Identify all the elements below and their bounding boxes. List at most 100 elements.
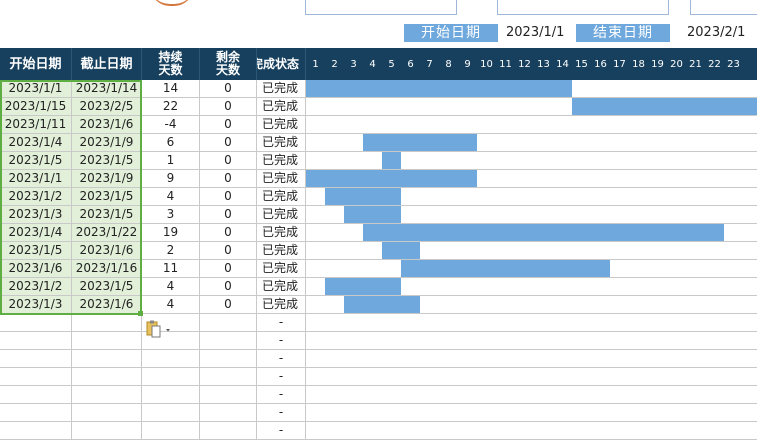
empty-cell-end-date[interactable] bbox=[72, 314, 142, 332]
empty-cell-duration[interactable] bbox=[142, 422, 200, 440]
cell-duration[interactable]: 6 bbox=[142, 134, 200, 152]
cell-status[interactable]: 已完成 bbox=[257, 80, 306, 98]
header-end-date[interactable]: 截止日期 bbox=[72, 48, 142, 80]
empty-cell-remaining[interactable] bbox=[200, 368, 257, 386]
cell-duration[interactable]: 3 bbox=[142, 206, 200, 224]
cell-status[interactable]: 已完成 bbox=[257, 260, 306, 278]
cell-end-date[interactable]: 2023/1/16 bbox=[72, 260, 142, 278]
cell-status[interactable]: 已完成 bbox=[257, 116, 306, 134]
top-input-box-1[interactable] bbox=[305, 0, 457, 15]
empty-cell-duration[interactable] bbox=[142, 350, 200, 368]
empty-cell-status[interactable]: - bbox=[257, 422, 306, 440]
cell-start-date[interactable]: 2023/1/2 bbox=[0, 278, 72, 296]
empty-cell-end-date[interactable] bbox=[72, 386, 142, 404]
empty-cell-end-date[interactable] bbox=[72, 422, 142, 440]
cell-remaining[interactable]: 0 bbox=[200, 116, 257, 134]
cell-start-date[interactable]: 2023/1/11 bbox=[0, 116, 72, 134]
cell-status[interactable]: 已完成 bbox=[257, 170, 306, 188]
empty-cell-status[interactable]: - bbox=[257, 404, 306, 422]
cell-start-date[interactable]: 2023/1/5 bbox=[0, 242, 72, 260]
empty-cell-status[interactable]: - bbox=[257, 314, 306, 332]
cell-end-date[interactable]: 2023/1/22 bbox=[72, 224, 142, 242]
cell-end-date[interactable]: 2023/1/5 bbox=[72, 206, 142, 224]
header-remaining[interactable]: 剩余天数 bbox=[200, 48, 257, 80]
cell-end-date[interactable]: 2023/1/9 bbox=[72, 134, 142, 152]
cell-start-date[interactable]: 2023/1/1 bbox=[0, 170, 72, 188]
cell-duration[interactable]: 4 bbox=[142, 278, 200, 296]
cell-duration[interactable]: 9 bbox=[142, 170, 200, 188]
cell-start-date[interactable]: 2023/1/4 bbox=[0, 224, 72, 242]
empty-cell-status[interactable]: - bbox=[257, 332, 306, 350]
cell-start-date[interactable]: 2023/1/4 bbox=[0, 134, 72, 152]
cell-end-date[interactable]: 2023/1/6 bbox=[72, 296, 142, 314]
end-date-value[interactable]: 2023/2/1 bbox=[687, 24, 745, 42]
cell-status[interactable]: 已完成 bbox=[257, 296, 306, 314]
cell-remaining[interactable]: 0 bbox=[200, 242, 257, 260]
cell-end-date[interactable]: 2023/1/14 bbox=[72, 80, 142, 98]
cell-start-date[interactable]: 2023/1/2 bbox=[0, 188, 72, 206]
empty-cell-end-date[interactable] bbox=[72, 350, 142, 368]
empty-cell-start-date[interactable] bbox=[0, 404, 72, 422]
cell-remaining[interactable]: 0 bbox=[200, 170, 257, 188]
empty-cell-status[interactable]: - bbox=[257, 368, 306, 386]
start-date-value[interactable]: 2023/1/1 bbox=[506, 24, 564, 42]
cell-duration[interactable]: 4 bbox=[142, 188, 200, 206]
cell-status[interactable]: 已完成 bbox=[257, 152, 306, 170]
empty-cell-status[interactable]: - bbox=[257, 350, 306, 368]
cell-start-date[interactable]: 2023/1/3 bbox=[0, 296, 72, 314]
cell-end-date[interactable]: 2023/1/6 bbox=[72, 116, 142, 134]
cell-remaining[interactable]: 0 bbox=[200, 224, 257, 242]
empty-cell-remaining[interactable] bbox=[200, 422, 257, 440]
empty-cell-start-date[interactable] bbox=[0, 368, 72, 386]
cell-status[interactable]: 已完成 bbox=[257, 188, 306, 206]
empty-cell-start-date[interactable] bbox=[0, 350, 72, 368]
cell-duration[interactable]: 19 bbox=[142, 224, 200, 242]
cell-duration[interactable]: 14 bbox=[142, 80, 200, 98]
cell-status[interactable]: 已完成 bbox=[257, 242, 306, 260]
empty-cell-duration[interactable] bbox=[142, 404, 200, 422]
cell-status[interactable]: 已完成 bbox=[257, 98, 306, 116]
cell-end-date[interactable]: 2023/1/5 bbox=[72, 188, 142, 206]
header-duration[interactable]: 持续天数 bbox=[142, 48, 200, 80]
cell-start-date[interactable]: 2023/1/1 bbox=[0, 80, 72, 98]
top-input-box-2[interactable] bbox=[497, 0, 669, 15]
empty-cell-end-date[interactable] bbox=[72, 332, 142, 350]
empty-cell-remaining[interactable] bbox=[200, 386, 257, 404]
empty-cell-end-date[interactable] bbox=[72, 368, 142, 386]
cell-remaining[interactable]: 0 bbox=[200, 80, 257, 98]
cell-remaining[interactable]: 0 bbox=[200, 152, 257, 170]
empty-cell-remaining[interactable] bbox=[200, 350, 257, 368]
cell-status[interactable]: 已完成 bbox=[257, 278, 306, 296]
empty-cell-remaining[interactable] bbox=[200, 404, 257, 422]
cell-end-date[interactable]: 2023/1/6 bbox=[72, 242, 142, 260]
cell-start-date[interactable]: 2023/1/3 bbox=[0, 206, 72, 224]
cell-remaining[interactable]: 0 bbox=[200, 98, 257, 116]
empty-cell-remaining[interactable] bbox=[200, 314, 257, 332]
cell-end-date[interactable]: 2023/1/5 bbox=[72, 278, 142, 296]
header-start-date[interactable]: 开始日期 bbox=[0, 48, 72, 80]
cell-start-date[interactable]: 2023/1/6 bbox=[0, 260, 72, 278]
cell-duration[interactable]: -4 bbox=[142, 116, 200, 134]
cell-remaining[interactable]: 0 bbox=[200, 296, 257, 314]
paste-clipboard-icon[interactable] bbox=[146, 320, 172, 338]
empty-cell-start-date[interactable] bbox=[0, 332, 72, 350]
cell-duration[interactable]: 2 bbox=[142, 242, 200, 260]
empty-cell-remaining[interactable] bbox=[200, 332, 257, 350]
cell-status[interactable]: 已完成 bbox=[257, 224, 306, 242]
cell-duration[interactable]: 11 bbox=[142, 260, 200, 278]
cell-remaining[interactable]: 0 bbox=[200, 260, 257, 278]
empty-cell-start-date[interactable] bbox=[0, 314, 72, 332]
cell-remaining[interactable]: 0 bbox=[200, 188, 257, 206]
cell-start-date[interactable]: 2023/1/15 bbox=[0, 98, 72, 116]
fill-handle[interactable] bbox=[138, 311, 143, 316]
cell-duration[interactable]: 22 bbox=[142, 98, 200, 116]
cell-remaining[interactable]: 0 bbox=[200, 206, 257, 224]
cell-status[interactable]: 已完成 bbox=[257, 134, 306, 152]
empty-cell-start-date[interactable] bbox=[0, 422, 72, 440]
header-status[interactable]: 完成状态 bbox=[257, 48, 306, 80]
cell-duration[interactable]: 4 bbox=[142, 296, 200, 314]
cell-remaining[interactable]: 0 bbox=[200, 278, 257, 296]
cell-remaining[interactable]: 0 bbox=[200, 134, 257, 152]
top-input-box-3[interactable] bbox=[690, 0, 757, 15]
empty-cell-start-date[interactable] bbox=[0, 386, 72, 404]
